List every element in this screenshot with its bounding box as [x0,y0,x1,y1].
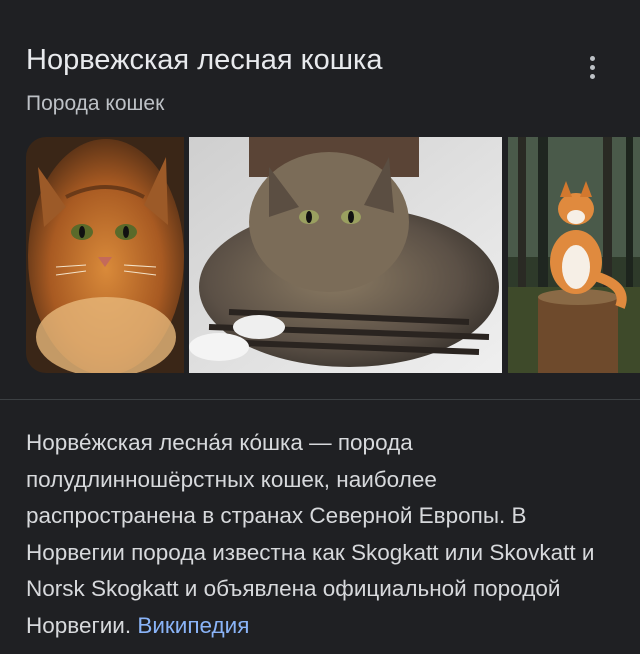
wikipedia-link[interactable]: Википедия [137,613,249,638]
knowledge-panel-header: Норвежская лесная кошка Порода кошек [26,38,580,120]
cat-photo-2[interactable] [189,137,502,373]
cat-photo-1[interactable] [26,137,184,373]
panel-subtitle: Порода кошек [26,92,165,115]
description-text: Норве́жская лесна́я ко́шка — порода полу… [26,430,595,638]
divider [0,399,640,400]
image-gallery[interactable] [26,137,640,373]
cat-photo-3[interactable] [508,137,640,373]
description-block: Норве́жская лесна́я ко́шка — порода полу… [26,425,606,644]
more-vert-icon[interactable] [580,52,604,82]
panel-title: Норвежская лесная кошка [26,44,383,76]
